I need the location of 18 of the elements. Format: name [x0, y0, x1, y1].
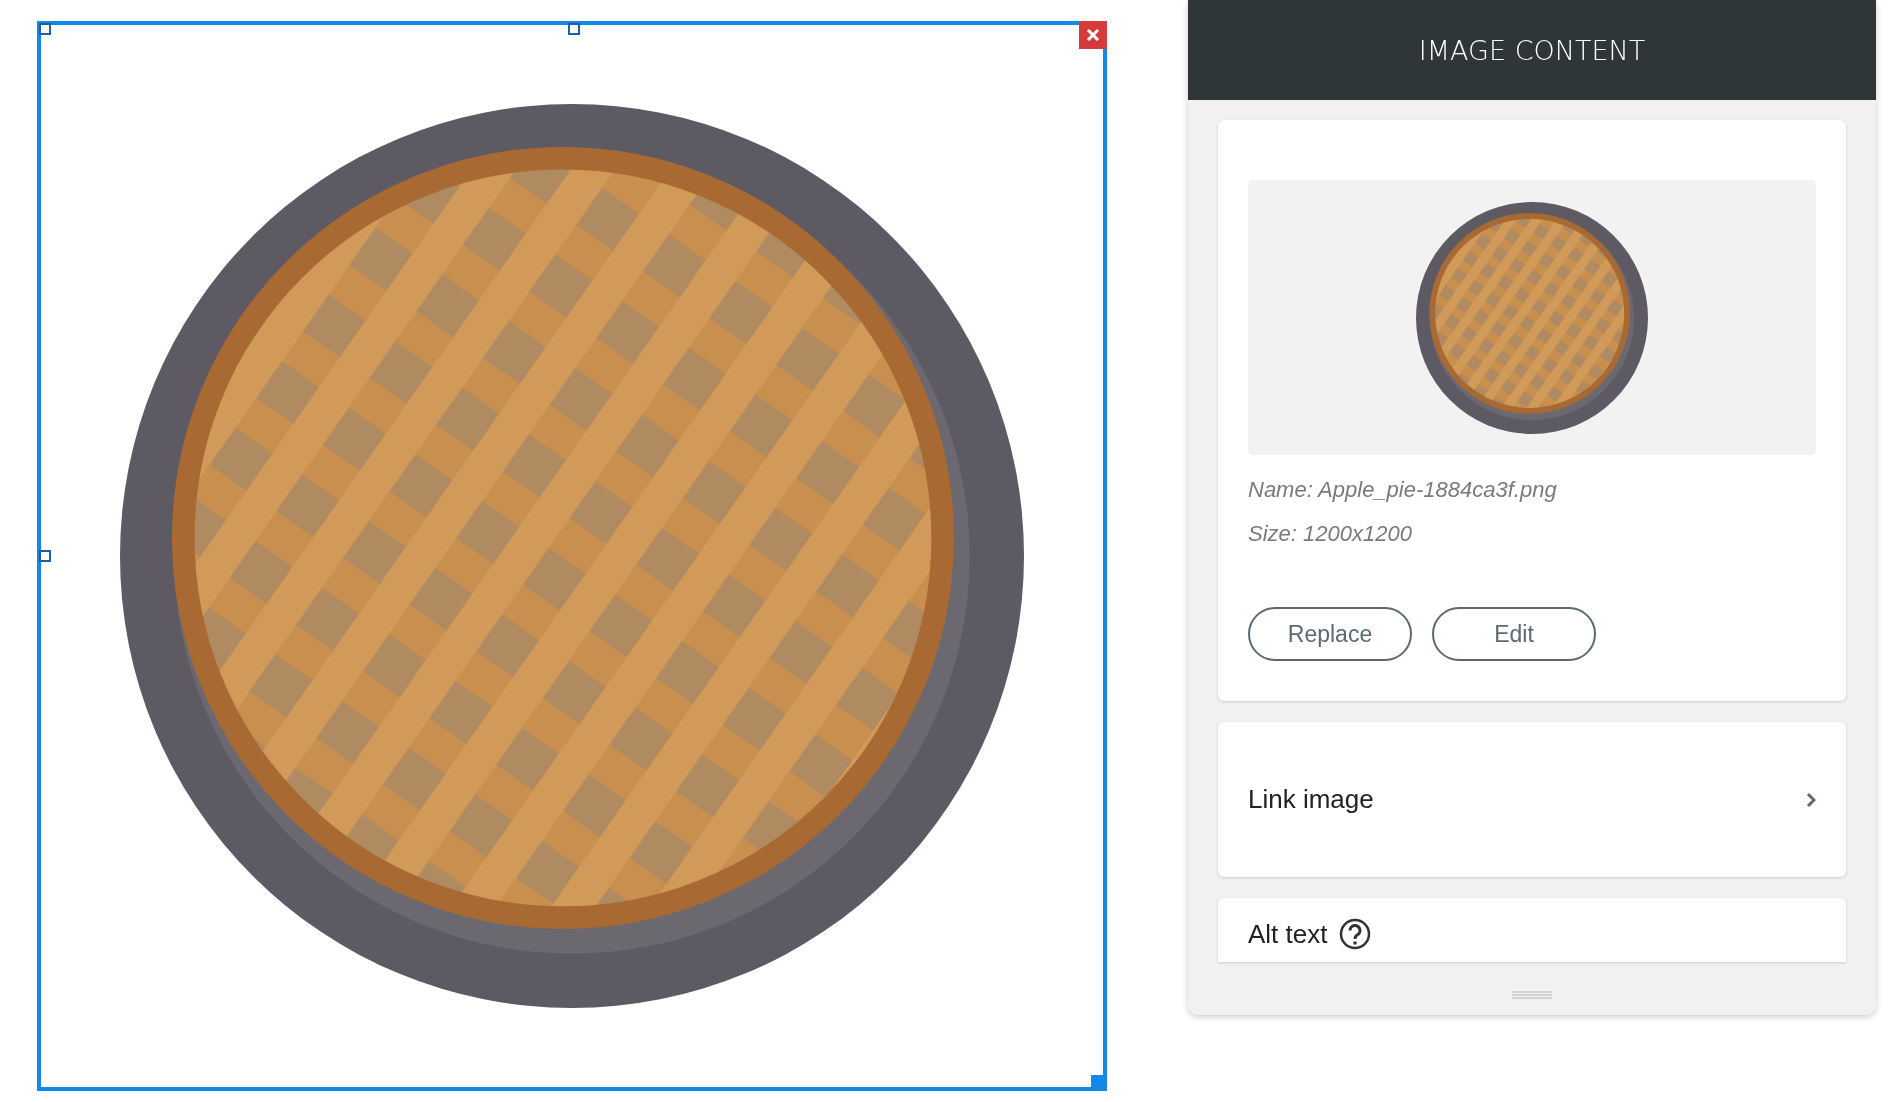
resize-handle-icon[interactable] [39, 23, 51, 35]
pill-button[interactable]: Replace [1248, 607, 1412, 661]
image-frame[interactable] [37, 21, 1107, 1091]
close-icon [1086, 28, 1100, 42]
resize-handle-icon[interactable] [39, 550, 51, 562]
file-name: Name: Apple_pie-1884ca3f.png [1248, 477, 1558, 503]
pill-button[interactable]: Edit [1432, 607, 1596, 661]
drag-handle-icon[interactable] [1512, 991, 1552, 999]
help-icon[interactable] [1339, 918, 1372, 950]
resize-handle-icon[interactable] [568, 23, 580, 35]
file-size: Size: 1200x1200 [1248, 521, 1413, 547]
row-label: Alt text [1248, 918, 1328, 950]
alt-text-row[interactable]: Alt text [1218, 898, 1846, 962]
panel-title: IMAGE CONTENT [1418, 34, 1646, 66]
row-label: Link image [1248, 784, 1374, 815]
chevron-right-icon [1806, 791, 1816, 808]
close-button[interactable] [1079, 21, 1107, 49]
link-image-row[interactable]: Link image [1218, 722, 1846, 877]
